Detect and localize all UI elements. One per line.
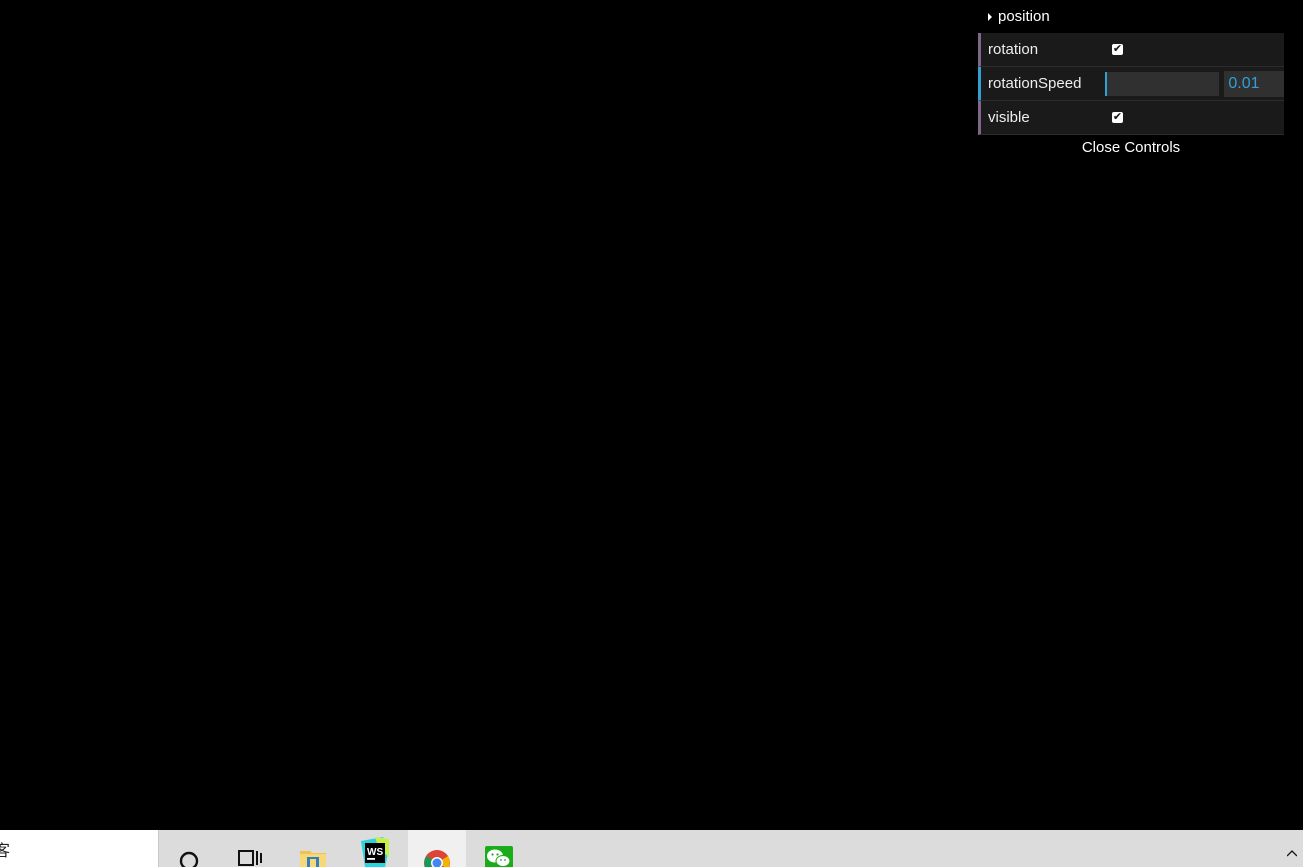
file-explorer-icon (300, 851, 326, 867)
taskbar-search-box[interactable]: 客 (0, 830, 159, 867)
checkmark-icon: ✔ (1112, 43, 1123, 55)
webstorm-button[interactable]: WS (346, 830, 404, 867)
control-rotation: rotation ✔ (978, 33, 1284, 67)
cortana-button[interactable] (160, 830, 218, 867)
control-label: visible (988, 109, 1030, 126)
rotation-speed-input[interactable]: 0.01 (1224, 70, 1284, 97)
caret-right-icon (988, 12, 992, 21)
folder-position[interactable]: position (978, 0, 1284, 33)
cortana-icon (179, 851, 199, 867)
task-view-button[interactable] (221, 830, 279, 867)
webstorm-text: WS (367, 847, 383, 858)
webstorm-icon: WS (361, 837, 389, 867)
control-label: rotation (988, 41, 1039, 58)
wechat-icon (485, 846, 513, 867)
slider-fill (1105, 71, 1108, 96)
dat-gui-panel: position rotation ✔ rotationSpeed 0.01 v… (978, 0, 1284, 160)
chevron-up-icon[interactable] (1287, 848, 1297, 858)
task-view-icon (238, 850, 262, 866)
rotation-speed-slider[interactable] (1105, 71, 1220, 96)
folder-label: position (998, 8, 1050, 25)
visible-checkbox[interactable]: ✔ (1112, 112, 1123, 123)
checkmark-icon: ✔ (1112, 111, 1123, 123)
wechat-button[interactable] (470, 830, 528, 867)
file-explorer-button[interactable] (284, 830, 342, 867)
chrome-button[interactable] (408, 830, 466, 867)
windows-taskbar: 客 WS (0, 830, 1303, 867)
control-label: rotationSpeed (988, 75, 1082, 92)
close-controls-button[interactable]: Close Controls (978, 135, 1284, 160)
chrome-icon (424, 850, 450, 867)
control-visible: visible ✔ (978, 101, 1284, 135)
control-rotation-speed: rotationSpeed 0.01 (978, 67, 1284, 101)
search-text: 客 (0, 843, 10, 860)
rotation-checkbox[interactable]: ✔ (1112, 44, 1123, 55)
